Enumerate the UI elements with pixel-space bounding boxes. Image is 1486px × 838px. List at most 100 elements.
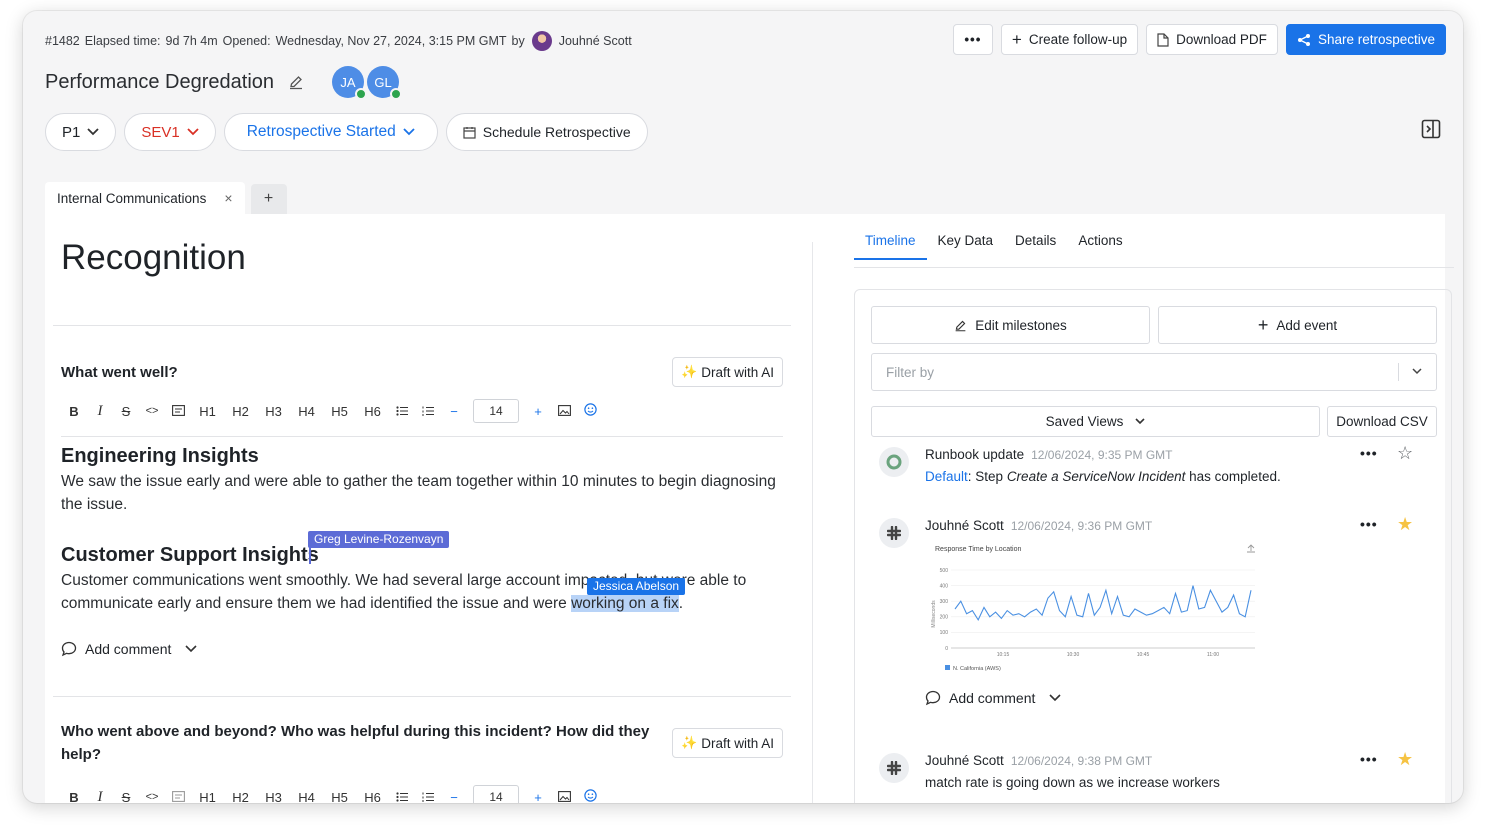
strikethrough-button[interactable]: S [113, 404, 139, 419]
event-more-button[interactable]: ••• [1360, 751, 1378, 767]
image-icon[interactable] [551, 790, 577, 804]
font-size-input[interactable]: 14 [473, 399, 519, 423]
editor-heading[interactable]: Engineering Insights [61, 445, 259, 468]
calendar-icon [463, 126, 476, 139]
bullet-list-icon[interactable] [389, 790, 415, 804]
download-csv-button[interactable]: Download CSV [1327, 406, 1437, 437]
draft-with-ai-label: Draft with AI [701, 735, 774, 751]
saved-views-label: Saved Views [1045, 414, 1124, 429]
heading3-button[interactable]: H3 [257, 790, 290, 804]
star-filled-icon[interactable]: ★ [1397, 514, 1413, 535]
font-size-input[interactable]: 14 [473, 785, 519, 803]
event-more-button[interactable]: ••• [1360, 445, 1378, 461]
download-pdf-button[interactable]: Download PDF [1146, 24, 1278, 55]
event-text: has completed. [1185, 469, 1281, 484]
incident-title: Performance Degredation [45, 70, 275, 93]
response-time-chart[interactable]: Response Time by Location Milliseconds 0… [925, 540, 1265, 680]
heading1-button[interactable]: H1 [191, 404, 224, 419]
star-filled-icon[interactable]: ★ [1397, 749, 1413, 770]
increase-size-button[interactable]: + [525, 790, 551, 804]
filter-input[interactable]: Filter by [871, 353, 1437, 391]
edit-milestones-label: Edit milestones [975, 317, 1067, 333]
comment-icon [925, 690, 941, 706]
heading3-button[interactable]: H3 [257, 404, 290, 419]
add-tab-button[interactable]: + [250, 184, 287, 214]
participant-initials: JA [340, 74, 356, 90]
emoji-icon[interactable] [577, 789, 603, 803]
severity-dropdown[interactable]: SEV1 [124, 113, 216, 151]
participant-avatar[interactable]: JA [332, 66, 368, 100]
participant-avatar[interactable]: GL [367, 66, 403, 100]
star-outline-icon[interactable]: ☆ [1397, 443, 1413, 464]
tab-internal-communications[interactable]: Internal Communications × [45, 182, 245, 214]
tab-key-data[interactable]: Key Data [927, 233, 1005, 260]
increase-size-button[interactable]: + [525, 404, 551, 419]
bold-button[interactable]: B [61, 790, 87, 804]
sidebar-toggle-icon[interactable] [1421, 119, 1441, 139]
decrease-size-button[interactable]: − [441, 404, 467, 419]
by-label: by [511, 34, 525, 48]
upload-icon[interactable] [1247, 544, 1255, 553]
bold-button[interactable]: B [61, 404, 87, 419]
runbook-link[interactable]: Default [925, 469, 968, 484]
y-tick-label: 200 [940, 615, 949, 621]
pencil-icon [955, 320, 966, 331]
numbered-list-icon[interactable] [415, 404, 441, 419]
more-actions-button[interactable]: ••• [952, 24, 993, 55]
emoji-icon[interactable] [577, 403, 603, 419]
runbook-icon [879, 447, 909, 477]
event-step-name: Create a ServiceNow Incident [1006, 469, 1186, 484]
saved-views-dropdown[interactable]: Saved Views [871, 406, 1320, 437]
heading6-button[interactable]: H6 [356, 404, 389, 419]
heading4-button[interactable]: H4 [290, 404, 323, 419]
bullet-list-icon[interactable] [389, 404, 415, 419]
close-icon[interactable]: × [224, 190, 232, 206]
heading5-button[interactable]: H5 [323, 790, 356, 804]
add-comment-button[interactable]: Add comment [925, 690, 1061, 706]
draft-with-ai-button[interactable]: ✨ Draft with AI [672, 728, 783, 758]
paragraph-line: communicate early and ensure them we had… [61, 592, 781, 615]
edit-milestones-button[interactable]: Edit milestones [871, 306, 1150, 344]
code-button[interactable]: <> [139, 791, 165, 803]
code-button[interactable]: <> [139, 405, 165, 417]
draft-with-ai-button[interactable]: ✨ Draft with AI [672, 357, 783, 387]
strikethrough-button[interactable]: S [113, 790, 139, 804]
event-text: : Step [967, 469, 1007, 484]
tab-actions[interactable]: Actions [1067, 233, 1133, 260]
editor-heading[interactable]: Customer Support Insights [61, 544, 319, 567]
event-time: 12/06/2024, 9:35 PM GMT [1031, 448, 1173, 462]
add-comment-button[interactable]: Add comment [61, 641, 197, 657]
heading4-button[interactable]: H4 [290, 790, 323, 804]
toolbar-divider [61, 436, 783, 437]
page-heading[interactable]: Recognition [61, 238, 246, 278]
image-icon[interactable] [551, 404, 577, 419]
heading6-button[interactable]: H6 [356, 790, 389, 804]
numbered-list-icon[interactable] [415, 790, 441, 804]
italic-button[interactable]: I [87, 403, 113, 420]
editor-paragraph[interactable]: We saw the issue early and were able to … [61, 470, 781, 516]
create-follow-up-button[interactable]: + Create follow-up [1000, 24, 1139, 55]
heading5-button[interactable]: H5 [323, 404, 356, 419]
tab-timeline[interactable]: Timeline [854, 233, 927, 260]
heading2-button[interactable]: H2 [224, 790, 257, 804]
code-block-icon[interactable] [165, 404, 191, 419]
schedule-retrospective-button[interactable]: Schedule Retrospective [445, 113, 648, 151]
pencil-icon[interactable] [288, 74, 304, 90]
chevron-down-icon[interactable] [1412, 364, 1422, 378]
heading1-button[interactable]: H1 [191, 790, 224, 804]
y-axis-ticks: 0 100 200 300 400 500 [940, 568, 949, 652]
italic-button[interactable]: I [87, 789, 113, 804]
share-retrospective-button[interactable]: Share retrospective [1285, 24, 1446, 55]
add-event-button[interactable]: + Add event [1158, 306, 1437, 344]
online-status-dot [390, 88, 403, 100]
tab-details[interactable]: Details [1004, 233, 1067, 260]
chevron-down-icon [187, 128, 199, 136]
event-more-button[interactable]: ••• [1360, 516, 1378, 532]
owner-name[interactable]: Jouhné Scott [559, 34, 632, 48]
decrease-size-button[interactable]: − [441, 790, 467, 804]
code-block-icon[interactable] [165, 790, 191, 804]
priority-dropdown[interactable]: P1 [45, 113, 117, 151]
status-dropdown[interactable]: Retrospective Started [223, 113, 438, 151]
heading2-button[interactable]: H2 [224, 404, 257, 419]
event-time: 12/06/2024, 9:38 PM GMT [1010, 754, 1153, 768]
